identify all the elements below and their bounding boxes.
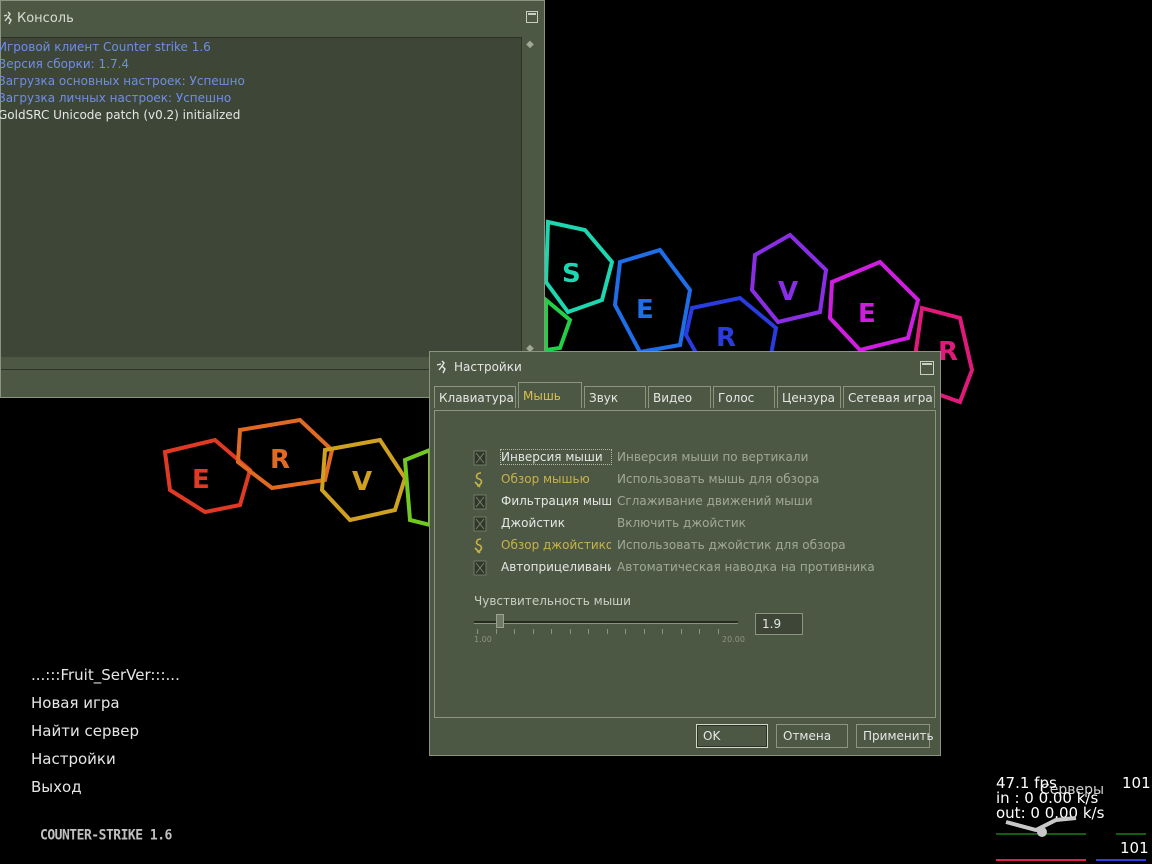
settings-titlebar[interactable]: Настройки bbox=[430, 352, 940, 382]
svg-text:R: R bbox=[716, 323, 736, 353]
option-row[interactable]: Джойстик Включить джойстик bbox=[473, 513, 746, 533]
settings-title: Настройки bbox=[454, 360, 522, 374]
option-description: Использовать мышь для обзора bbox=[617, 472, 820, 486]
svg-text:R: R bbox=[270, 445, 290, 475]
slider-min-label: 1.00 bbox=[474, 635, 492, 644]
slider-tick bbox=[532, 629, 534, 634]
console-scrollbar[interactable]: ◆ ◆ bbox=[521, 37, 539, 357]
cs-man-icon bbox=[3, 11, 12, 25]
server-name: ...:::Fruit_SerVer:::... bbox=[31, 666, 180, 684]
slider-tick bbox=[662, 629, 663, 634]
svg-text:E: E bbox=[636, 295, 654, 325]
maximize-icon[interactable] bbox=[526, 11, 538, 23]
option-label[interactable]: Обзор мышью bbox=[501, 472, 611, 486]
option-label[interactable]: Обзор джойстиком bbox=[501, 538, 611, 552]
option-row[interactable]: Инверсия мыши Инверсия мыши по вертикали bbox=[473, 447, 808, 467]
option-label[interactable]: Джойстик bbox=[501, 516, 611, 530]
settings-dialog[interactable]: Настройки Клавиатура Мышь Звук Видео Гол… bbox=[429, 351, 941, 756]
tab-voice[interactable]: Голос bbox=[713, 386, 775, 408]
slider-tick bbox=[569, 629, 571, 634]
menu-item-settings[interactable]: Настройки bbox=[31, 749, 180, 777]
slider-tick bbox=[717, 629, 719, 634]
main-menu: ...:::Fruit_SerVer:::... Новая игра Найт… bbox=[31, 665, 180, 805]
letter-s: S bbox=[562, 259, 581, 289]
slider-thumb[interactable] bbox=[495, 614, 504, 628]
checkbox-unchecked-icon[interactable] bbox=[473, 450, 487, 466]
option-label[interactable]: Инверсия мыши bbox=[500, 449, 612, 465]
console-log[interactable]: Игровой клиент Counter strike 1.6 Версия … bbox=[0, 37, 521, 357]
svg-text:V: V bbox=[778, 277, 798, 307]
svg-text:V: V bbox=[352, 467, 372, 497]
tab-sound[interactable]: Звук bbox=[584, 386, 646, 408]
tab-mouse[interactable]: Мышь bbox=[518, 382, 582, 408]
slider-tick bbox=[514, 629, 515, 634]
console-line: Загрузка личных настроек: Успешно bbox=[0, 91, 232, 105]
option-description: Автоматическая наводка на противника bbox=[617, 560, 875, 574]
console-line: GoldSRC Unicode patch (v0.2) initialized bbox=[0, 108, 241, 122]
svg-text:E: E bbox=[858, 299, 876, 329]
option-row[interactable]: Обзор джойстиком Использовать джойстик дл… bbox=[473, 535, 846, 555]
option-description: Использовать джойстик для обзора bbox=[617, 538, 846, 552]
menu-item-find-server[interactable]: Найти сервер bbox=[31, 721, 180, 749]
option-description: Инверсия мыши по вертикали bbox=[617, 450, 809, 464]
slider-tick bbox=[606, 629, 608, 634]
cs-man-icon bbox=[436, 360, 446, 374]
slider-tick bbox=[588, 629, 589, 634]
sensitivity-value-field[interactable]: 1.9 bbox=[755, 613, 803, 635]
checkbox-unchecked-icon[interactable] bbox=[473, 560, 487, 576]
console-line: Загрузка основных настроек: Успешно bbox=[0, 74, 245, 88]
svg-text:E: E bbox=[192, 465, 210, 495]
svg-text:R: R bbox=[938, 337, 958, 367]
option-label[interactable]: Автоприцеливание bbox=[501, 560, 611, 574]
counter-strike-logo: COUNTER-STRIKE 1.6 bbox=[40, 827, 172, 844]
option-row[interactable]: Фильтрация мыши Сглаживание движений мыши bbox=[473, 491, 813, 511]
console-line: Версия сборки: 1.7.4 bbox=[0, 57, 130, 71]
slider-track[interactable] bbox=[474, 621, 738, 624]
slider-tick bbox=[625, 629, 626, 634]
console-titlebar[interactable]: Консоль bbox=[1, 1, 544, 35]
settings-tabs: Клавиатура Мышь Звук Видео Голос Цензура… bbox=[434, 382, 937, 410]
console-window[interactable]: Консоль Игровой клиент Counter strike 1.… bbox=[0, 0, 545, 398]
option-row[interactable]: Автоприцеливание Автоматическая наводка н… bbox=[473, 557, 875, 577]
option-row[interactable]: Обзор мышью Использовать мышь для обзора bbox=[473, 469, 819, 489]
mouse-settings-panel: Инверсия мыши Инверсия мыши по вертикали О… bbox=[434, 410, 936, 718]
sensitivity-slider[interactable]: 1.00 20.00 bbox=[474, 614, 745, 654]
cancel-button[interactable]: Отмена bbox=[776, 724, 848, 748]
slider-tick bbox=[477, 629, 478, 634]
slider-tick bbox=[495, 629, 497, 634]
menu-item-new-game[interactable]: Новая игра bbox=[31, 693, 180, 721]
tab-video[interactable]: Видео bbox=[648, 386, 711, 408]
hex-e4 bbox=[402, 447, 432, 528]
scroll-up-icon[interactable]: ◆ bbox=[524, 39, 536, 51]
ok-button[interactable]: OK bbox=[696, 724, 768, 748]
checkbox-unchecked-icon[interactable] bbox=[473, 516, 487, 532]
option-description: Включить джойстик bbox=[617, 516, 746, 530]
fps-right-readout: 101 bbox=[1122, 774, 1151, 792]
tab-keyboard[interactable]: Клавиатура bbox=[434, 386, 516, 408]
apply-button[interactable]: Применить bbox=[856, 724, 934, 748]
checkbox-checked-icon[interactable] bbox=[473, 538, 487, 554]
net-graph: Серверы 47.1 fps 101 in : 0 0.00 k/s out… bbox=[996, 772, 1152, 864]
checkbox-unchecked-icon[interactable] bbox=[473, 494, 487, 510]
slider-max-label: 20.00 bbox=[722, 635, 745, 644]
console-title: Консоль bbox=[17, 10, 74, 26]
console-line: Игровой клиент Counter strike 1.6 bbox=[0, 40, 211, 54]
option-label[interactable]: Фильтрация мыши bbox=[501, 494, 611, 508]
maximize-icon[interactable] bbox=[920, 361, 934, 375]
slider-tick bbox=[699, 629, 700, 634]
checkbox-checked-icon[interactable] bbox=[473, 472, 487, 488]
slider-tick bbox=[680, 629, 682, 634]
slider-tick bbox=[643, 629, 645, 634]
menu-item-quit[interactable]: Выход bbox=[31, 777, 180, 805]
slider-tick bbox=[551, 629, 552, 634]
tab-multiplayer[interactable]: Сетевая игра bbox=[843, 386, 935, 408]
sensitivity-label: Чувствительность мыши bbox=[474, 594, 631, 608]
option-description: Сглаживание движений мыши bbox=[617, 494, 813, 508]
tab-censor[interactable]: Цензура bbox=[777, 386, 841, 408]
bottom-right-readout: 101 bbox=[1120, 839, 1149, 857]
